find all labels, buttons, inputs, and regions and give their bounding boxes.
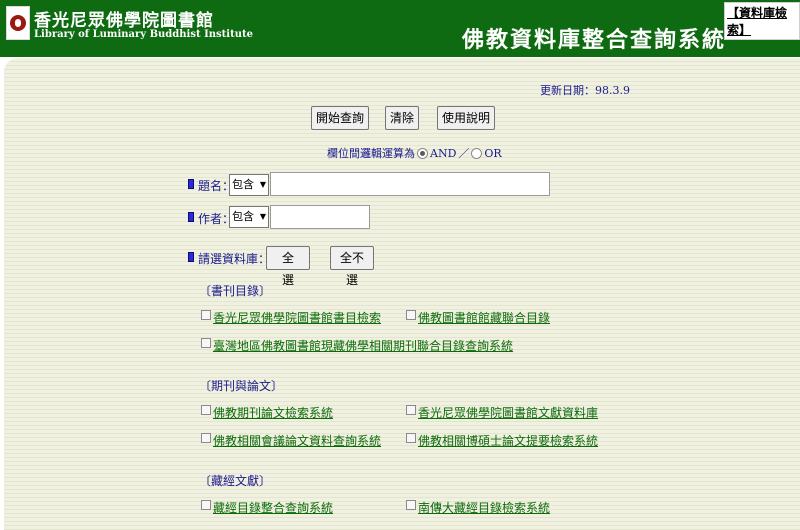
header-bar: 香光尼眾佛學院圖書館 Library of Luminary Buddhist … xyxy=(0,0,800,57)
or-label: OR xyxy=(484,146,502,160)
db-link[interactable]: 南傳大藏經目錄檢索系統 xyxy=(418,499,550,516)
db-link[interactable]: 佛教相關博碩士論文提要檢索系統 xyxy=(418,432,598,449)
logic-separator: ／ xyxy=(458,147,470,160)
title-operator-select[interactable]: 包含 ▼ xyxy=(229,174,269,196)
section-title-canon: 〔藏經文獻〕 xyxy=(199,474,272,488)
db-link[interactable]: 香光尼眾佛學院圖書館書目檢索 xyxy=(213,309,381,326)
and-radio[interactable] xyxy=(417,147,428,159)
select-all-button[interactable]: 全 選 xyxy=(266,246,310,287)
clear-button[interactable]: 清除 xyxy=(385,106,420,130)
system-title: 佛教資料庫整合查詢系統 xyxy=(462,27,727,53)
db-link[interactable]: 臺灣地區佛教圖書館現藏佛學相關期刊聯合目錄查詢系統 xyxy=(213,337,513,354)
db-checkbox[interactable] xyxy=(201,338,211,348)
section-title-journals: 〔期刊與論文〕 xyxy=(199,379,284,393)
chevron-down-icon: ▼ xyxy=(259,180,266,189)
title-bullet-icon xyxy=(188,179,194,189)
library-name-english: Library of Luminary Buddhist Institute xyxy=(34,29,253,40)
db-checkbox[interactable] xyxy=(201,433,211,443)
title-input[interactable] xyxy=(270,172,550,196)
db-link[interactable]: 佛教圖書館館藏聯合目錄 xyxy=(418,309,550,326)
author-operator-select[interactable]: 包含 ▼ xyxy=(229,206,269,228)
db-checkbox[interactable] xyxy=(201,405,211,415)
author-input[interactable] xyxy=(270,205,370,229)
db-link[interactable]: 佛教期刊論文檢索系統 xyxy=(213,404,333,421)
db-checkbox[interactable] xyxy=(201,500,211,510)
logic-operator-label: 欄位間邏輯運算為 xyxy=(327,147,415,160)
update-date: 更新日期：98.3.9 xyxy=(540,84,630,97)
db-link[interactable]: 藏經目錄整合查詢系統 xyxy=(213,499,333,516)
select-none-button[interactable]: 全不選 xyxy=(330,246,374,287)
title-operator-value: 包含 xyxy=(232,178,254,191)
db-link[interactable]: 香光尼眾佛學院圖書館文獻資料庫 xyxy=(418,404,598,421)
database-search-link[interactable]: 【資料庫檢索】 xyxy=(724,2,800,40)
or-radio[interactable] xyxy=(471,147,483,159)
db-select-label: 請選資料庫： xyxy=(198,252,271,266)
db-checkbox[interactable] xyxy=(406,433,416,443)
db-link[interactable]: 佛教相關會議論文資料查詢系統 xyxy=(213,432,381,449)
chevron-down-icon: ▼ xyxy=(259,212,266,221)
and-label: AND xyxy=(430,146,457,160)
section-title-catalog: 〔書刊目錄〕 xyxy=(199,284,272,298)
author-operator-value: 包含 xyxy=(232,210,254,223)
db-checkbox[interactable] xyxy=(406,405,416,415)
author-bullet-icon xyxy=(188,212,194,222)
library-logo xyxy=(6,6,30,40)
database-search-link-label[interactable]: 資料庫檢索 xyxy=(727,6,787,37)
lotus-emblem-icon xyxy=(10,15,26,31)
library-name-chinese: 香光尼眾佛學院圖書館 xyxy=(34,11,214,31)
logic-operator-row: 欄位間邏輯運算為 AND ／ OR xyxy=(327,145,502,161)
db-checkbox[interactable] xyxy=(406,500,416,510)
db-select-bullet-icon xyxy=(188,252,194,262)
db-checkbox[interactable] xyxy=(406,310,416,320)
help-button[interactable]: 使用說明 xyxy=(437,106,496,130)
db-checkbox[interactable] xyxy=(201,310,211,320)
start-search-button[interactable]: 開始查詢 xyxy=(311,106,370,130)
